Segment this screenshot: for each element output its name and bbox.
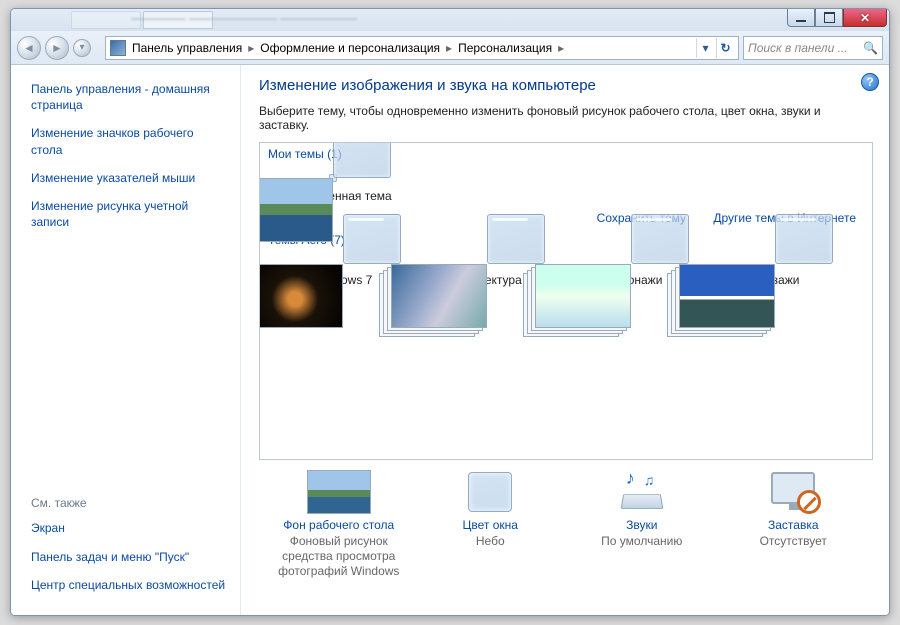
- nav-history-dropdown[interactable]: ▾: [73, 39, 91, 57]
- theme-tile-architecture[interactable]: Архитектура: [422, 257, 552, 287]
- minimize-button[interactable]: [787, 9, 815, 27]
- main-content: ? Изменение изображения и звука на компь…: [241, 65, 889, 615]
- setting-title: Звуки: [567, 518, 717, 532]
- breadcrumb[interactable]: Персонализация: [458, 41, 552, 55]
- personalization-settings-row: Фон рабочего стола Фоновый рисунок средс…: [259, 470, 873, 579]
- theme-window-color-thumb: [775, 214, 833, 264]
- theme-tile-landscapes[interactable]: Пейзажи: [710, 257, 840, 287]
- window-title: ————— ———————— ———————: [131, 13, 357, 25]
- breadcrumb[interactable]: Оформление и персонализация: [260, 41, 440, 55]
- setting-title: Заставка: [718, 518, 868, 532]
- help-icon[interactable]: ?: [861, 73, 879, 91]
- setting-value: Небо: [415, 534, 565, 549]
- address-bar[interactable]: Панель управления ▸ Оформление и персона…: [105, 36, 739, 60]
- setting-value: Фоновый рисунок средства просмотра фотог…: [264, 534, 414, 579]
- setting-value: Отсутствует: [718, 534, 868, 549]
- see-also-taskbar[interactable]: Панель задач и меню "Пуск": [31, 549, 226, 565]
- theme-tile-unsaved[interactable]: Несохраненная тема: [268, 171, 398, 203]
- chevron-right-icon[interactable]: ▸: [248, 41, 254, 55]
- wallpaper-icon: [307, 470, 371, 514]
- screensaver-icon: [765, 470, 821, 514]
- search-input[interactable]: Поиск в панели ... 🔍: [743, 36, 883, 60]
- chevron-right-icon[interactable]: ▸: [446, 41, 452, 55]
- caption-buttons: [787, 9, 887, 27]
- titlebar: ————— ———————— ———————: [11, 9, 889, 31]
- sidebar-link-mouse-pointers[interactable]: Изменение указателей мыши: [31, 170, 226, 186]
- see-also-ease[interactable]: Центр специальных возможностей: [31, 577, 226, 593]
- search-placeholder: Поиск в панели ...: [748, 41, 848, 55]
- page-title: Изменение изображения и звука на компьют…: [259, 77, 873, 94]
- setting-title: Фон рабочего стола: [264, 518, 414, 532]
- nav-forward-button[interactable]: ►: [45, 36, 69, 60]
- theme-tile-windows7[interactable]: Windows 7: [278, 257, 408, 287]
- setting-desktop-background[interactable]: Фон рабочего стола Фоновый рисунок средс…: [264, 470, 414, 579]
- setting-sounds[interactable]: ♪♫ Звуки По умолчанию: [567, 470, 717, 579]
- theme-window-color-thumb: [333, 142, 391, 178]
- theme-window-color-thumb: [487, 214, 545, 264]
- maximize-button[interactable]: [815, 9, 843, 27]
- theme-window-color-thumb: [343, 214, 401, 264]
- theme-wallpaper-thumb: [391, 264, 487, 328]
- theme-window-color-thumb: [631, 214, 689, 264]
- sidebar-link-account-picture[interactable]: Изменение рисунка учетной записи: [31, 198, 226, 230]
- theme-wallpaper-thumb: [535, 264, 631, 328]
- sidebar-link-desktop-icons[interactable]: Изменение значков рабочего стола: [31, 125, 226, 157]
- see-also-heading: См. также: [31, 496, 226, 510]
- theme-wallpaper-thumb: [259, 264, 343, 328]
- breadcrumb[interactable]: Панель управления: [132, 41, 242, 55]
- page-description: Выберите тему, чтобы одновременно измени…: [259, 104, 873, 132]
- control-panel-icon: [110, 40, 126, 56]
- theme-wallpaper-thumb: [259, 178, 333, 242]
- setting-screensaver[interactable]: Заставка Отсутствует: [718, 470, 868, 579]
- see-also-display[interactable]: Экран: [31, 520, 226, 536]
- nav-back-button[interactable]: ◄: [17, 36, 41, 60]
- navigation-bar: ◄ ► ▾ Панель управления ▸ Оформление и п…: [11, 31, 889, 65]
- address-dropdown-button[interactable]: ▾: [696, 38, 714, 58]
- close-button[interactable]: [843, 9, 887, 27]
- sounds-icon: ♪♫: [614, 470, 670, 514]
- sidebar: Панель управления - домашняя страница Из…: [11, 65, 241, 615]
- search-icon: 🔍: [863, 41, 878, 55]
- theme-wallpaper-thumb: [679, 264, 775, 328]
- theme-tile-characters[interactable]: Персонажи: [566, 257, 696, 287]
- sidebar-home-link[interactable]: Панель управления - домашняя страница: [31, 81, 226, 113]
- setting-window-color[interactable]: Цвет окна Небо: [415, 470, 565, 579]
- chevron-right-icon[interactable]: ▸: [558, 41, 564, 55]
- themes-panel: Мои темы (1) Несохраненная тема Сохран: [259, 142, 873, 460]
- window-color-icon: [468, 472, 512, 512]
- personalization-window: ————— ———————— ——————— ◄ ► ▾ Панель упра…: [10, 8, 890, 616]
- setting-value: По умолчанию: [567, 534, 717, 549]
- refresh-button[interactable]: ↻: [716, 38, 734, 58]
- setting-title: Цвет окна: [415, 518, 565, 532]
